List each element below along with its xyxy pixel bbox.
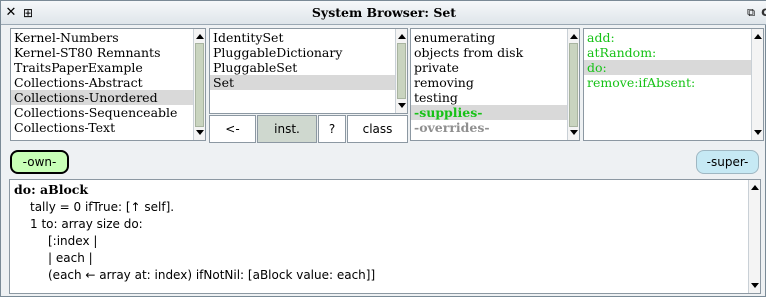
code-line: | each | (48, 251, 93, 265)
scroll-up-icon[interactable] (750, 183, 759, 192)
instance-side-button[interactable]: inst. (257, 115, 317, 143)
code-editor[interactable]: do: aBlock tally = 0 ifTrue: [↑ self]. 1… (9, 179, 761, 294)
list-item[interactable]: testing (411, 90, 568, 105)
scroll-up-icon[interactable] (569, 32, 578, 41)
scroll-up-icon[interactable] (195, 32, 204, 41)
category-scrollbar[interactable] (193, 29, 205, 140)
list-item[interactable]: atRandom: (584, 45, 752, 60)
list-item-selected[interactable]: do: (584, 60, 752, 75)
code-scrollbar[interactable] (748, 180, 760, 293)
scroll-thumb[interactable] (569, 43, 578, 127)
list-item[interactable]: enumerating (411, 30, 568, 45)
method-scrollbar[interactable] (751, 29, 763, 140)
method-origin-bar: -own- -super- (9, 149, 761, 175)
list-item[interactable]: objects from disk (411, 45, 568, 60)
class-side-switch: <- inst. ? class (209, 115, 408, 143)
scroll-thumb[interactable] (195, 43, 204, 127)
list-item[interactable]: remove:ifAbsent: (584, 75, 752, 90)
scroll-down-icon[interactable] (569, 128, 578, 137)
list-item[interactable]: PluggableDictionary (210, 45, 396, 60)
window-title: System Browser: Set (311, 5, 457, 20)
list-item[interactable]: Collections-Abstract (11, 75, 194, 90)
list-item[interactable]: add: (584, 30, 752, 45)
method-list[interactable]: add: atRandom: do: remove:ifAbsent: (583, 28, 764, 141)
class-scrollbar[interactable] (395, 29, 407, 113)
protocol-scrollbar[interactable] (567, 29, 579, 140)
list-item[interactable]: private (411, 60, 568, 75)
class-list[interactable]: IdentitySet PluggableDictionary Pluggabl… (209, 28, 408, 114)
scroll-down-icon[interactable] (195, 128, 204, 137)
list-item-selected[interactable]: -supplies- (411, 105, 568, 120)
scroll-down-icon[interactable] (753, 128, 762, 137)
scroll-down-icon[interactable] (750, 281, 759, 290)
class-side-button[interactable]: class (347, 115, 408, 143)
expand-icon[interactable]: c (757, 5, 766, 21)
list-item[interactable]: Collections-Sequenceable (11, 105, 194, 120)
list-item[interactable]: Collections-Text (11, 120, 194, 135)
list-item[interactable]: IdentitySet (210, 30, 396, 45)
list-item[interactable]: PluggableSet (210, 60, 396, 75)
list-item-selected[interactable]: Collections-Unordered (11, 90, 194, 105)
list-item[interactable]: TraitsPaperExample (11, 60, 194, 75)
code-line: tally = 0 ifTrue: [↑ self]. (30, 200, 175, 214)
back-button[interactable]: <- (209, 115, 256, 143)
scroll-up-icon[interactable] (753, 32, 762, 41)
list-item[interactable]: removing (411, 75, 568, 90)
method-signature: do: aBlock (14, 182, 89, 197)
code-line: 1 to: array size do: (30, 217, 143, 231)
scroll-up-icon[interactable] (397, 32, 406, 41)
title-bar[interactable]: ✕ ⊞ System Browser: Set ⧉ c (1, 1, 766, 25)
system-browser-window: ✕ ⊞ System Browser: Set ⧉ c Kernel-Numbe… (0, 0, 766, 297)
code-line: (each ← array at: index) ifNotNil: [aBlo… (48, 268, 376, 282)
category-list[interactable]: Kernel-Numbers Kernel-ST80 Remnants Trai… (10, 28, 206, 141)
help-button[interactable]: ? (318, 115, 346, 143)
scroll-thumb[interactable] (397, 43, 406, 99)
list-item-selected[interactable]: Set (210, 75, 396, 90)
scroll-down-icon[interactable] (397, 101, 406, 110)
list-item[interactable]: -overrides- (411, 120, 568, 135)
code-line: [:index | (48, 234, 98, 248)
super-button[interactable]: -super- (696, 150, 759, 174)
list-item[interactable]: Kernel-ST80 Remnants (11, 45, 194, 60)
own-button[interactable]: -own- (10, 150, 69, 174)
protocol-list[interactable]: enumerating objects from disk private re… (410, 28, 580, 141)
list-item[interactable]: Kernel-Numbers (11, 30, 194, 45)
